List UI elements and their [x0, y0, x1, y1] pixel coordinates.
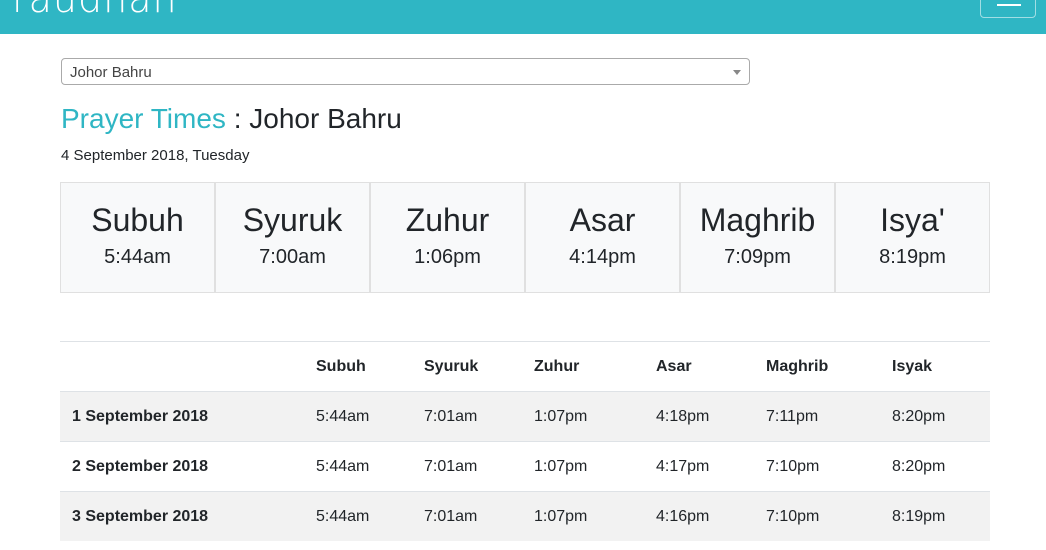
row-date: 2 September 2018	[72, 457, 209, 475]
table-row: 1 September 2018 5:44am 7:01am 1:07pm 4:…	[60, 391, 990, 442]
row-date: 3 September 2018	[72, 507, 209, 525]
brand-logo[interactable]: raudhah	[12, 0, 202, 18]
prayer-card-time: 7:09pm	[724, 246, 791, 268]
prayer-card-syuruk: Syuruk 7:00am	[216, 183, 371, 292]
prayer-card-isya: Isya' 8:19pm	[836, 183, 989, 292]
page-title-accent: Prayer Times	[61, 103, 226, 134]
current-date: 4 September 2018, Tuesday	[61, 147, 250, 164]
today-prayer-cards: Subuh 5:44am Syuruk 7:00am Zuhur 1:06pm …	[60, 182, 990, 293]
cell-asar: 4:18pm	[656, 407, 710, 425]
brand-logo-text: raudhah	[12, 0, 202, 18]
cell-maghrib: 7:11pm	[766, 407, 819, 425]
column-header-asar: Asar	[656, 357, 692, 375]
column-header-syuruk: Syuruk	[424, 357, 479, 375]
table-row: 3 September 2018 5:44am 7:01am 1:07pm 4:…	[60, 491, 990, 541]
cell-zuhur: 1:07pm	[534, 457, 588, 475]
prayer-card-name: Isya'	[880, 202, 945, 238]
prayer-card-name: Syuruk	[242, 202, 343, 238]
column-header-zuhur: Zuhur	[534, 357, 580, 375]
prayer-card-name: Zuhur	[405, 202, 490, 238]
cell-subuh: 5:44am	[316, 507, 370, 525]
hamburger-icon	[997, 4, 1021, 6]
cell-maghrib: 7:10pm	[766, 457, 820, 475]
prayer-card-time: 4:14pm	[569, 246, 636, 268]
column-header-isyak: Isyak	[892, 357, 933, 375]
prayer-card-time: 1:06pm	[414, 246, 481, 268]
prayer-card-name: Maghrib	[699, 202, 816, 238]
row-date: 1 September 2018	[72, 407, 209, 425]
prayer-card-name: Asar	[569, 202, 636, 238]
chevron-down-icon	[733, 70, 741, 75]
table-header-row: Subuh Syuruk Zuhur Asar Maghrib Isyak	[60, 341, 990, 392]
page-title-city: Johor Bahru	[249, 103, 402, 134]
prayer-schedule-table: Subuh Syuruk Zuhur Asar Maghrib Isyak 1 …	[60, 341, 990, 541]
page-title: Prayer Times : Johor Bahru	[61, 102, 402, 136]
prayer-card-maghrib: Maghrib 7:09pm	[681, 183, 836, 292]
menu-toggle-button[interactable]	[980, 0, 1036, 18]
prayer-card-time: 5:44am	[104, 246, 171, 268]
page-title-separator: :	[225, 103, 250, 134]
column-header-maghrib: Maghrib	[766, 357, 829, 375]
cell-syuruk: 7:01am	[424, 457, 478, 475]
cell-subuh: 5:44am	[316, 407, 370, 425]
cell-syuruk: 7:01am	[424, 507, 478, 525]
prayer-card-name: Subuh	[91, 202, 184, 238]
cell-syuruk: 7:01am	[424, 407, 478, 425]
cell-asar: 4:17pm	[656, 457, 710, 475]
location-select[interactable]: Johor Bahru	[61, 58, 750, 85]
column-header-date	[60, 342, 316, 392]
column-header-subuh: Subuh	[316, 357, 366, 375]
cell-zuhur: 1:07pm	[534, 507, 588, 525]
prayer-card-time: 8:19pm	[879, 246, 946, 268]
cell-zuhur: 1:07pm	[534, 407, 588, 425]
cell-maghrib: 7:10pm	[766, 507, 820, 525]
prayer-card-subuh: Subuh 5:44am	[61, 183, 216, 292]
prayer-card-asar: Asar 4:14pm	[526, 183, 681, 292]
cell-isyak: 8:20pm	[892, 457, 946, 475]
cell-asar: 4:16pm	[656, 507, 710, 525]
top-navbar: raudhah	[0, 0, 1046, 34]
prayer-card-zuhur: Zuhur 1:06pm	[371, 183, 526, 292]
cell-subuh: 5:44am	[316, 457, 370, 475]
prayer-card-time: 7:00am	[259, 246, 326, 268]
cell-isyak: 8:20pm	[892, 407, 946, 425]
table-row: 2 September 2018 5:44am 7:01am 1:07pm 4:…	[60, 441, 990, 492]
cell-isyak: 8:19pm	[892, 507, 946, 525]
location-select-value: Johor Bahru	[70, 64, 152, 81]
